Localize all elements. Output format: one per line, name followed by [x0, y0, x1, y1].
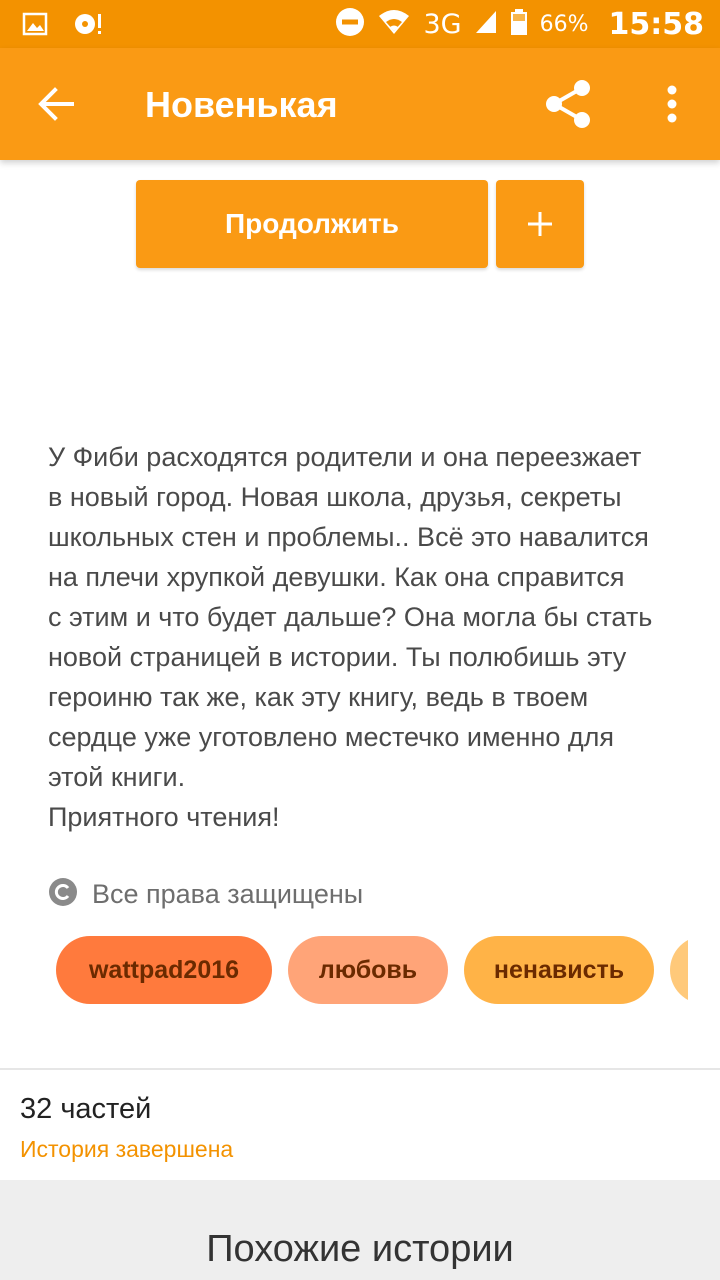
share-icon[interactable]: [540, 76, 596, 132]
network-type: 3G: [423, 8, 462, 40]
image-notification-icon: [22, 11, 48, 42]
story-status: История завершена: [20, 1136, 234, 1162]
continue-reading-button[interactable]: Продолжить: [136, 180, 488, 268]
battery-icon: [510, 8, 528, 41]
tag-chip[interactable]: wattpad2016: [56, 936, 272, 1004]
app-bar: Новенькая: [0, 48, 720, 160]
copyright-label: Все права защищены: [92, 878, 364, 909]
tag-chip[interactable]: любовь: [288, 936, 448, 1004]
back-arrow-icon[interactable]: [30, 78, 82, 130]
tag-list: wattpad2016 любовь ненависть: [56, 936, 688, 1004]
disc-notification-icon: [72, 10, 104, 43]
similar-stories-heading: Похожие истории: [206, 1228, 514, 1270]
do-not-disturb-icon: [335, 7, 365, 42]
more-options-icon[interactable]: [650, 76, 694, 132]
plus-icon: [528, 212, 552, 236]
parts-count[interactable]: 32 частей: [20, 1093, 151, 1126]
story-description: У Фиби расходятся родители и она переезж…: [48, 442, 653, 832]
tag-chip[interactable]: ненависть: [464, 936, 654, 1004]
add-to-library-button[interactable]: [496, 180, 584, 268]
copyright-icon: [48, 877, 78, 912]
tag-chip[interactable]: [670, 936, 688, 1004]
wifi-icon: [377, 8, 411, 41]
battery-percent: 66%: [539, 11, 589, 37]
section-divider: [0, 1068, 720, 1070]
page-title: Новенькая: [145, 84, 338, 125]
status-bar: 3G 66% 15:58: [0, 0, 720, 48]
clock: 15:58: [608, 6, 705, 42]
copyright-row: Все права защищены: [48, 876, 363, 912]
signal-icon: [474, 9, 498, 40]
